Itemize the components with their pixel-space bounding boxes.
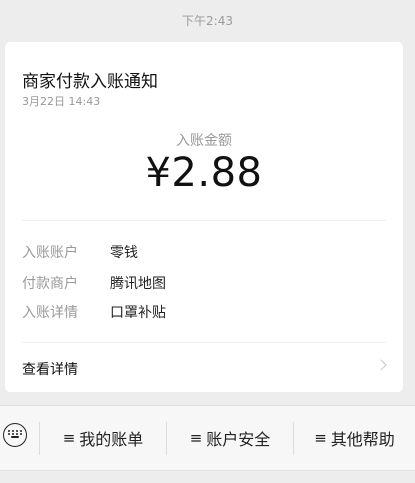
menu-item-label: 我的账单 xyxy=(79,430,144,449)
payment-notification-card[interactable]: 商家付款入账通知 3月22日 14:43 入账金额 ¥2.88 入账账户 零钱 … xyxy=(5,42,403,392)
detail-row-merchant: 付款商户 腾讯地图 xyxy=(22,271,166,295)
amount-value: ¥2.88 xyxy=(145,150,263,196)
detail-row-description: 入账详情 口罩补贴 xyxy=(22,300,166,324)
detail-key: 付款商户 xyxy=(22,276,78,292)
detail-value: 口罩补贴 xyxy=(110,305,166,321)
card-time: 3月22日 14:43 xyxy=(22,95,101,108)
detail-value: 零钱 xyxy=(110,245,138,261)
view-details-link[interactable]: 查看详情 xyxy=(5,343,403,391)
menu-other-help[interactable]: ≡ 其他帮助 xyxy=(294,406,415,470)
detail-key: 入账详情 xyxy=(22,305,78,321)
message-timestamp: 下午2:43 xyxy=(182,14,233,28)
amount-label: 入账金额 xyxy=(176,133,232,149)
card-title: 商家付款入账通知 xyxy=(22,72,158,92)
detail-row-account: 入账账户 零钱 xyxy=(22,240,138,264)
keyboard-icon[interactable] xyxy=(3,423,27,447)
menu-my-bills[interactable]: ≡ 我的账单 xyxy=(40,406,166,470)
detail-value: 腾讯地图 xyxy=(110,276,166,292)
detail-key: 入账账户 xyxy=(22,245,78,261)
chevron-right-icon xyxy=(375,359,387,371)
bottom-menu-bar: ≡ 我的账单 ≡ 账户安全 ≡ 其他帮助 xyxy=(0,405,415,471)
view-details-label: 查看详情 xyxy=(22,362,78,378)
menu-account-security[interactable]: ≡ 账户安全 xyxy=(167,406,293,470)
divider xyxy=(22,220,386,221)
menu-list-icon: ≡ xyxy=(314,429,327,447)
menu-list-icon: ≡ xyxy=(62,429,76,447)
menu-item-label: 账户安全 xyxy=(206,430,271,449)
menu-list-icon: ≡ xyxy=(189,429,203,447)
menu-item-label: 其他帮助 xyxy=(330,430,395,449)
